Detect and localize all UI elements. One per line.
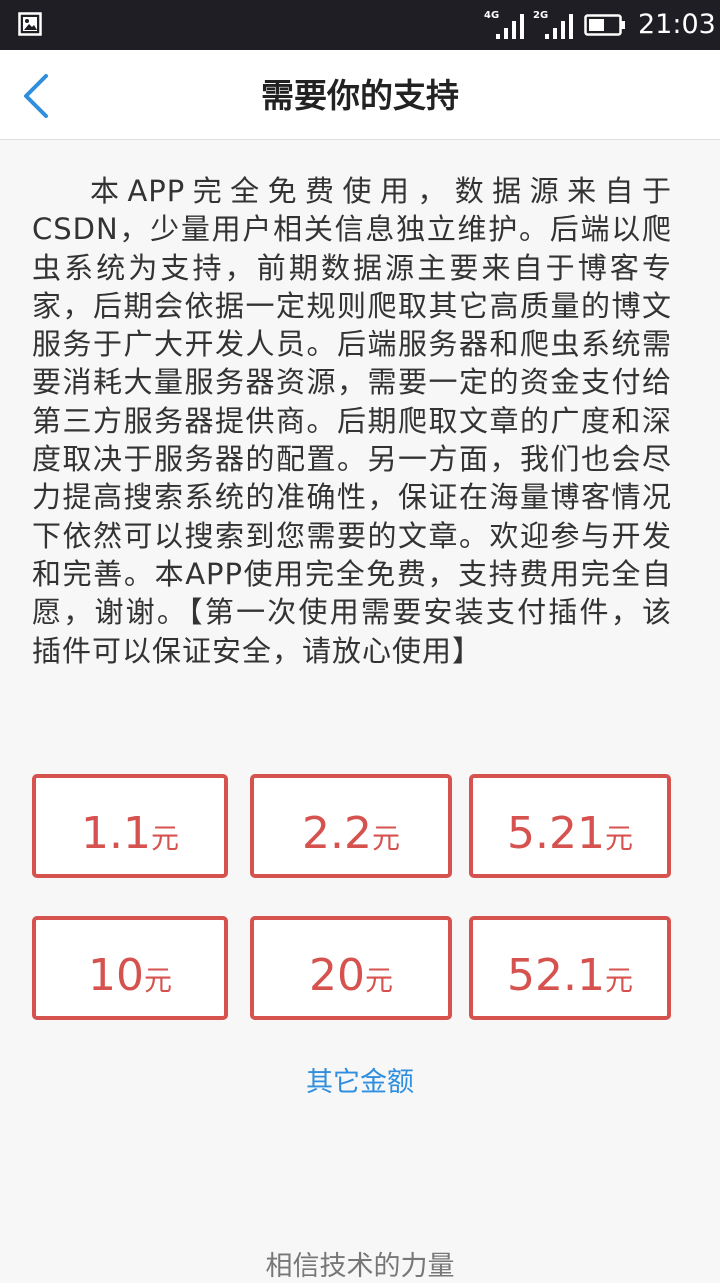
image-icon [18, 12, 42, 36]
amount-value: 52.1 [507, 950, 605, 1001]
amount-button-5.21[interactable]: 5.21元 [469, 774, 671, 878]
amount-value: 1.1 [81, 808, 151, 859]
sim2-signal-icon: 2G [533, 10, 577, 40]
amount-unit: 元 [143, 964, 172, 997]
sim1-signal-icon: 4G [484, 10, 528, 40]
battery-icon [584, 14, 625, 36]
amount-value: 2.2 [302, 808, 372, 859]
chevron-left-icon [24, 74, 48, 118]
amount-unit: 元 [604, 964, 633, 997]
amount-unit: 元 [604, 822, 633, 855]
page-title: 需要你的支持 [261, 76, 459, 115]
amount-value: 20 [308, 950, 365, 1001]
support-description: 本APP完全免费使用，数据源来自于CSDN，少量用户相关信息独立维护。后端以爬虫… [32, 174, 672, 668]
amount-button-52.1[interactable]: 52.1元 [469, 916, 671, 1020]
status-bar: 4G 2G 21:03 [0, 0, 720, 50]
other-amount-link[interactable]: 其它金额 [0, 1060, 720, 1099]
amount-unit: 元 [150, 822, 179, 855]
amount-value: 10 [87, 950, 144, 1001]
footer-slogan: 相信技术的力量 [265, 1251, 455, 1282]
amount-button-10[interactable]: 10元 [32, 916, 228, 1020]
back-button[interactable] [14, 68, 58, 124]
clock: 21:03 [638, 9, 716, 40]
amount-button-20[interactable]: 20元 [250, 916, 452, 1020]
amount-button-1.1[interactable]: 1.1元 [32, 774, 228, 878]
amount-unit: 元 [364, 964, 393, 997]
amount-unit: 元 [371, 822, 400, 855]
app-header: 需要你的支持 [0, 50, 720, 140]
amount-value: 5.21 [507, 808, 605, 859]
amount-button-2.2[interactable]: 2.2元 [250, 774, 452, 878]
